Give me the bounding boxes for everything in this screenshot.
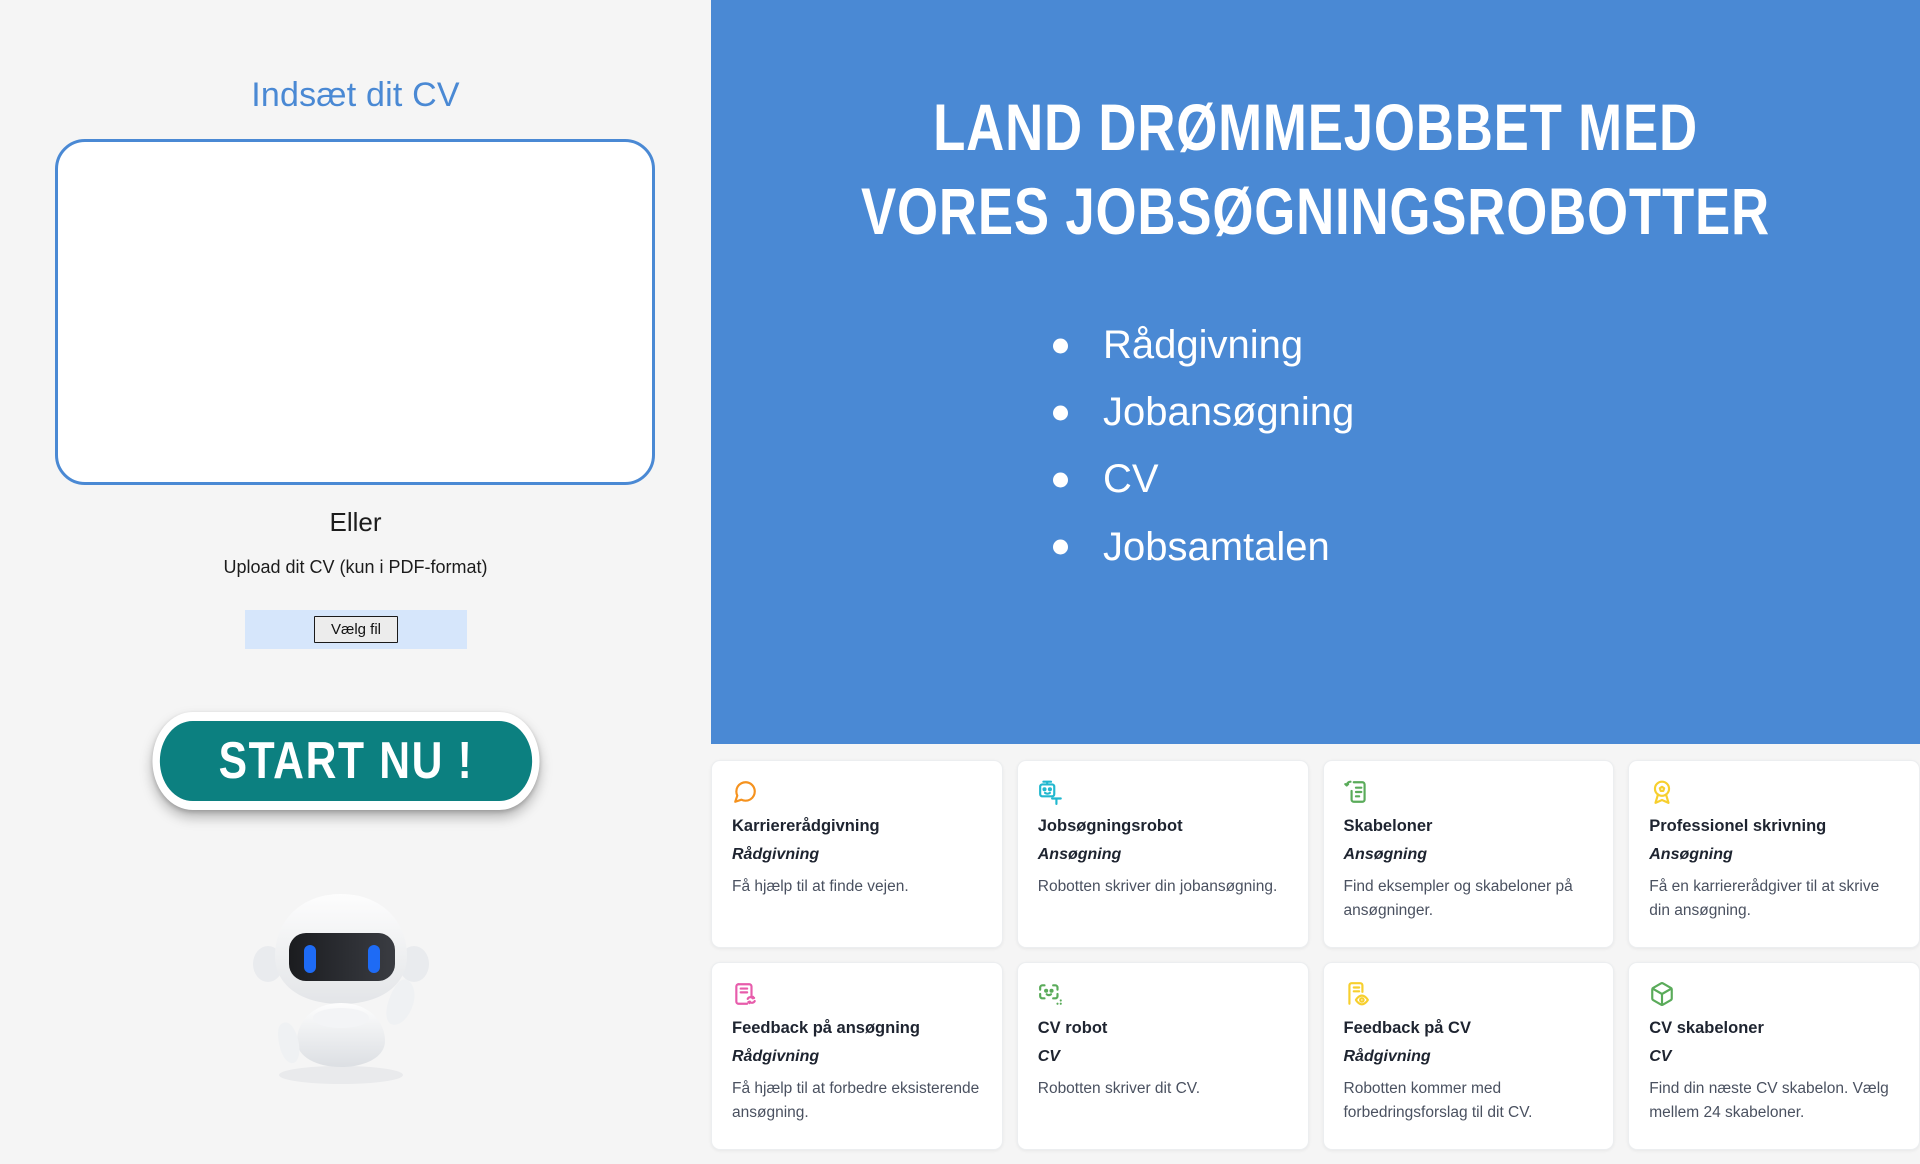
page-title: Indsæt dit CV <box>251 76 460 114</box>
robot-scan-icon <box>1038 984 1062 1005</box>
list-item: Jobsamtalen <box>1041 514 1920 581</box>
robot-text-icon <box>1038 780 1062 805</box>
card-category: CV <box>1037 1047 1060 1065</box>
card-category: Rådgivning <box>732 1047 820 1065</box>
card-description: Robotten kommer med forbedringsforslag t… <box>1343 1079 1533 1121</box>
card-category: Rådgivning <box>732 845 820 863</box>
card-title: CV skabeloner <box>1649 1019 1764 1037</box>
bullet-icon <box>1053 405 1068 421</box>
service-card[interactable]: Karriererådgivning Rådgivning Få hjælp t… <box>711 760 1003 948</box>
hero-bullet-label: Jobansøgning <box>1103 390 1355 435</box>
card-title: Feedback på CV <box>1343 1019 1471 1037</box>
hero-bullet-label: Jobsamtalen <box>1103 524 1330 569</box>
document-feedback-icon <box>735 983 756 1005</box>
service-card-grid: Karriererådgivning Rådgivning Få hjælp t… <box>711 760 1920 1150</box>
card-title: CV robot <box>1037 1019 1108 1037</box>
service-card[interactable]: Feedback på CV Rådgivning Robotten komme… <box>1322 962 1615 1150</box>
card-category: CV <box>1649 1047 1672 1065</box>
hero-bullet-label: Rådgivning <box>1103 322 1304 367</box>
card-description: Få hjælp til at forbedre eksisterende an… <box>732 1079 980 1121</box>
card-description: Robotten skriver dit CV. <box>1037 1079 1201 1097</box>
bullet-icon <box>1053 338 1068 354</box>
card-category: Ansøgning <box>1037 845 1122 863</box>
hero-bullet-label: CV <box>1103 457 1159 502</box>
document-refresh-icon <box>1343 780 1366 803</box>
cv-input-panel: Indsæt dit CV Eller Upload dit CV (kun i… <box>0 0 711 1164</box>
list-item: CV <box>1041 446 1920 513</box>
service-card[interactable]: CV robot CV Robotten skriver dit CV. <box>1016 962 1309 1150</box>
bullet-icon <box>1053 472 1068 488</box>
document-eye-icon <box>1347 982 1369 1006</box>
card-category: Ansøgning <box>1343 845 1428 863</box>
landing-page: Indsæt dit CV Eller Upload dit CV (kun i… <box>0 0 1920 1164</box>
card-description: Find din næste CV skabelon. Vælg mellem … <box>1649 1079 1889 1121</box>
hero-title: Land drømmejobbet med vores jobsøgningsr… <box>861 90 1770 249</box>
card-title: Professionel skrivning <box>1649 817 1827 835</box>
marketing-panel: Land drømmejobbet med vores jobsøgningsr… <box>711 0 1920 1164</box>
start-button[interactable]: START NU ! <box>152 712 540 810</box>
list-item: Jobansøgning <box>1041 379 1920 446</box>
card-description: Få hjælp til at finde vejen. <box>732 877 909 895</box>
robot-mascot-icon <box>231 878 451 1088</box>
service-card[interactable]: Feedback på ansøgning Rådgivning Få hjæl… <box>711 962 1003 1150</box>
card-title: Jobsøgningsrobot <box>1037 817 1183 835</box>
bullet-icon <box>1053 539 1068 555</box>
card-category: Rådgivning <box>1343 1047 1431 1065</box>
award-badge-icon <box>1654 780 1671 804</box>
card-description: Robotten skriver din jobansøgning. <box>1037 877 1278 895</box>
or-separator-label: Eller <box>329 507 382 537</box>
cv-textarea[interactable] <box>55 139 655 485</box>
card-description: Få en karriererådgiver til at skrive din… <box>1649 877 1880 919</box>
card-category: Ansøgning <box>1649 845 1733 863</box>
upload-instructions-label: Upload dit CV (kun i PDF-format) <box>223 557 488 577</box>
card-description: Find eksempler og skabeloner på ansøgnin… <box>1343 877 1573 919</box>
choose-file-button[interactable]: Vælg fil <box>313 616 399 643</box>
card-title: Skabeloner <box>1343 817 1433 835</box>
card-title: Karriererådgivning <box>732 817 880 835</box>
file-upload-field[interactable]: Vælg fil <box>245 610 467 649</box>
card-title: Feedback på ansøgning <box>732 1019 920 1037</box>
list-item: Rådgivning <box>1041 312 1920 379</box>
box-3d-icon <box>1651 982 1674 1006</box>
hero-feature-list: Rådgivning Jobansøgning CV Jobsamtalen <box>1041 312 1920 581</box>
speech-bubble-icon <box>734 781 756 803</box>
service-card[interactable]: Jobsøgningsrobot Ansøgning Robotten skri… <box>1016 760 1309 948</box>
service-card[interactable]: CV skabeloner CV Find din næste CV skabe… <box>1628 962 1920 1150</box>
service-card[interactable]: Skabeloner Ansøgning Find eksempler og s… <box>1322 760 1615 948</box>
hero-banner: Land drømmejobbet med vores jobsøgningsr… <box>711 0 1920 744</box>
service-card[interactable]: Professionel skrivning Ansøgning Få en k… <box>1628 760 1920 948</box>
